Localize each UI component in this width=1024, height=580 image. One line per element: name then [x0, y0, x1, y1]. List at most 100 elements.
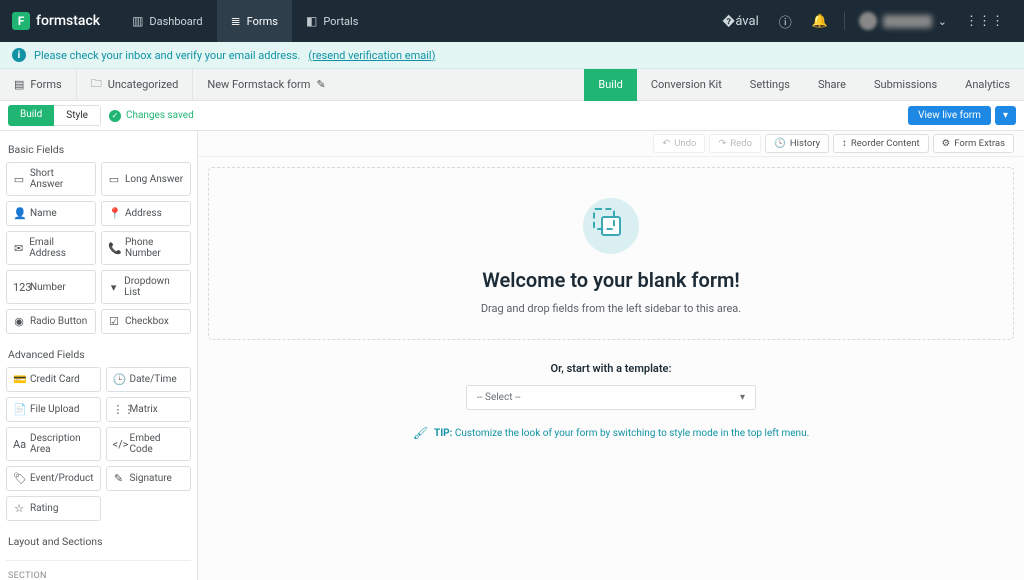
- top-nav: F formstack ▥ Dashboard ≣ Forms ◧ Portal…: [0, 0, 1024, 42]
- card-icon: 💳: [13, 373, 25, 386]
- build-style-toggle: Build Style: [8, 105, 101, 126]
- field-file-upload[interactable]: 📄File Upload: [6, 397, 101, 422]
- info-circle-icon: i: [12, 48, 26, 62]
- template-label: Or, start with a template:: [218, 362, 1004, 375]
- dropdown-icon: ▾: [108, 281, 119, 294]
- reorder-icon: ↕: [842, 138, 847, 149]
- field-dropdown[interactable]: ▾Dropdown List: [101, 270, 191, 304]
- canvas-title: Welcome to your blank form!: [229, 268, 993, 292]
- forms-list-icon: ▤: [14, 78, 24, 91]
- tab-share[interactable]: Share: [804, 69, 860, 101]
- brand-logo[interactable]: F formstack: [12, 12, 100, 30]
- long-answer-icon: ▭: [108, 173, 120, 186]
- field-datetime[interactable]: 🕒Date/Time: [106, 367, 191, 392]
- nav-dashboard[interactable]: ▥ Dashboard: [118, 0, 217, 42]
- matrix-icon: ⋮⋮: [113, 403, 125, 416]
- pencil-icon[interactable]: ✎: [316, 78, 325, 91]
- field-short-answer[interactable]: ▭Short Answer: [6, 162, 96, 196]
- field-event[interactable]: 🏷Event/Product: [6, 466, 101, 491]
- phone-icon: 📞: [108, 242, 120, 255]
- undo-button: ↶Undo: [653, 134, 705, 153]
- nav-right: �ával ⓘ 🔔 username ⌄ ⋮⋮⋮: [714, 12, 1012, 31]
- book-icon[interactable]: �ával: [714, 14, 767, 29]
- mode-style[interactable]: Style: [54, 105, 101, 126]
- code-icon: </>: [113, 438, 125, 451]
- clock-icon: 🕒: [113, 373, 125, 386]
- field-checkbox[interactable]: ☑Checkbox: [101, 309, 191, 334]
- field-number[interactable]: 123Number: [6, 270, 96, 304]
- redo-icon: ↷: [718, 138, 726, 149]
- info-icon[interactable]: ⓘ: [771, 12, 800, 31]
- canvas-subtitle: Drag and drop fields from the left sideb…: [229, 302, 993, 315]
- nav-forms[interactable]: ≣ Forms: [217, 0, 292, 42]
- tab-analytics[interactable]: Analytics: [951, 69, 1024, 101]
- number-icon: 123: [13, 281, 25, 294]
- short-answer-icon: ▭: [13, 173, 25, 186]
- basic-fields-heading: Basic Fields: [6, 139, 191, 162]
- advanced-fields-heading: Advanced Fields: [6, 344, 191, 367]
- resend-verification-link[interactable]: (resend verification email): [308, 49, 435, 62]
- avatar-icon: [859, 12, 877, 30]
- field-long-answer[interactable]: ▭Long Answer: [101, 162, 191, 196]
- checkbox-icon: ☑: [108, 315, 120, 328]
- verify-email-notice: i Please check your inbox and verify you…: [0, 42, 1024, 69]
- view-live-form-dropdown[interactable]: ▾: [995, 106, 1016, 125]
- user-menu[interactable]: username ⌄: [853, 12, 953, 30]
- field-embed[interactable]: </>Embed Code: [106, 427, 191, 461]
- field-description[interactable]: AaDescription Area: [6, 427, 101, 461]
- field-radio[interactable]: ◉Radio Button: [6, 309, 96, 334]
- field-name[interactable]: 👤Name: [6, 201, 96, 226]
- text-icon: Aa: [13, 438, 25, 451]
- tab-settings[interactable]: Settings: [736, 69, 804, 101]
- field-matrix[interactable]: ⋮⋮Matrix: [106, 397, 191, 422]
- breadcrumb-bar: ▤ Forms 🗀 Uncategorized New Formstack fo…: [0, 69, 1024, 101]
- field-signature[interactable]: ✎Signature: [106, 466, 191, 491]
- history-icon: 🕓: [774, 138, 786, 149]
- tab-build[interactable]: Build: [584, 69, 636, 101]
- pen-icon: ✎: [113, 472, 125, 485]
- history-button[interactable]: 🕓History: [765, 134, 829, 153]
- empty-canvas-illustration-icon: [583, 198, 639, 254]
- mode-build[interactable]: Build: [8, 105, 54, 126]
- bell-icon[interactable]: 🔔: [804, 14, 836, 29]
- file-icon: 📄: [13, 403, 25, 416]
- check-icon: ✓: [109, 110, 121, 122]
- field-address[interactable]: 📍Address: [101, 201, 191, 226]
- tab-conversion-kit[interactable]: Conversion Kit: [637, 69, 736, 101]
- radio-icon: ◉: [13, 315, 25, 328]
- forms-icon: ≣: [231, 14, 241, 28]
- portals-icon: ◧: [306, 14, 317, 28]
- breadcrumb-folder[interactable]: 🗀 Uncategorized: [77, 69, 194, 101]
- gear-icon: ⚙: [942, 138, 951, 149]
- view-live-form-button[interactable]: View live form: [908, 106, 991, 125]
- field-credit-card[interactable]: 💳Credit Card: [6, 367, 101, 392]
- field-rating[interactable]: ☆Rating: [6, 496, 101, 521]
- field-email[interactable]: ✉Email Address: [6, 231, 96, 265]
- logo-mark-icon: F: [12, 12, 30, 30]
- tab-submissions[interactable]: Submissions: [860, 69, 951, 101]
- apps-grid-icon[interactable]: ⋮⋮⋮: [957, 14, 1012, 29]
- notice-text: Please check your inbox and verify your …: [34, 49, 300, 62]
- breadcrumb-form-name[interactable]: New Formstack form ✎: [193, 69, 345, 101]
- chevron-down-icon: ▾: [740, 392, 745, 403]
- reorder-content-button[interactable]: ↕Reorder Content: [833, 134, 929, 153]
- breadcrumb-forms[interactable]: ▤ Forms: [0, 69, 77, 101]
- star-icon: ☆: [13, 502, 25, 515]
- form-tabs: Build Conversion Kit Settings Share Subm…: [584, 69, 1024, 101]
- form-canvas-dropzone[interactable]: Welcome to your blank form! Drag and dro…: [208, 167, 1014, 340]
- save-status: ✓ Changes saved: [109, 110, 194, 122]
- canvas-area: ↶Undo ↷Redo 🕓History ↕Reorder Content ⚙F…: [198, 131, 1024, 580]
- form-extras-button[interactable]: ⚙Form Extras: [933, 134, 1014, 153]
- field-sidebar: Basic Fields ▭Short Answer ▭Long Answer …: [0, 131, 198, 580]
- brush-icon: 🖌: [413, 426, 428, 440]
- canvas-toolbar: ↶Undo ↷Redo 🕓History ↕Reorder Content ⚙F…: [198, 131, 1024, 157]
- nav-portals[interactable]: ◧ Portals: [292, 0, 372, 42]
- pin-icon: 📍: [108, 207, 120, 220]
- section-subheading: SECTION: [6, 567, 191, 580]
- envelope-icon: ✉: [13, 242, 24, 255]
- field-phone[interactable]: 📞Phone Number: [101, 231, 191, 265]
- template-select[interactable]: -- Select -- ▾: [466, 385, 756, 410]
- mode-bar: Build Style ✓ Changes saved View live fo…: [0, 101, 1024, 131]
- tag-icon: 🏷: [13, 472, 25, 485]
- undo-icon: ↶: [662, 138, 670, 149]
